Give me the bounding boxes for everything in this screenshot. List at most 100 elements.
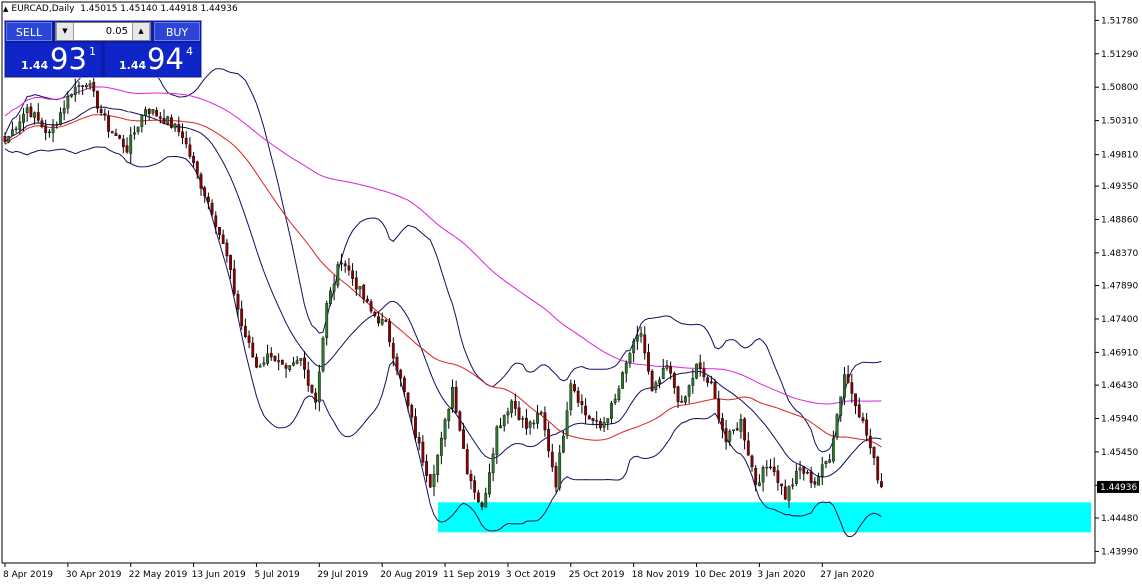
candle-body xyxy=(410,405,414,418)
candle-body xyxy=(417,437,421,444)
candle-body xyxy=(151,109,155,114)
candle xyxy=(7,135,11,144)
lot-size-field[interactable]: ▼ 0.05 ▲ xyxy=(55,22,151,41)
candle-body xyxy=(107,115,110,132)
candle-body xyxy=(843,374,846,398)
candle-body xyxy=(288,365,292,370)
plot-area xyxy=(1,1,1096,564)
candle-body xyxy=(303,357,306,370)
candle-body xyxy=(469,474,473,481)
candle-body xyxy=(854,393,857,407)
candle-body xyxy=(7,135,11,143)
candle-body xyxy=(96,90,99,109)
candle-body xyxy=(236,293,240,310)
candle-body xyxy=(465,449,469,474)
candle-body xyxy=(661,367,665,379)
lot-decrease-icon[interactable]: ▼ xyxy=(56,23,74,40)
candle-body xyxy=(388,321,391,343)
candle-body xyxy=(232,268,236,294)
sell-button[interactable]: SELL xyxy=(6,22,52,41)
candle-body xyxy=(425,461,428,476)
candle xyxy=(695,363,698,380)
candle-body xyxy=(628,353,632,364)
buy-button[interactable]: BUY xyxy=(154,22,200,41)
candle-body xyxy=(84,85,88,88)
candle-body xyxy=(218,227,221,235)
candle-body xyxy=(299,358,303,361)
lot-increase-icon[interactable]: ▲ xyxy=(132,23,150,40)
symbol-bar: ▲ EURCAD,Daily 1.45015 1.45140 1.44918 1.… xyxy=(3,3,238,15)
price-tick-label: 1.44480 xyxy=(1101,514,1138,524)
candle-body xyxy=(269,353,273,358)
time-tick-label: 30 Apr 2019 xyxy=(66,570,122,580)
candle-body xyxy=(783,486,787,500)
candle-body xyxy=(62,108,66,114)
candle-body xyxy=(480,502,484,507)
candle-body xyxy=(99,109,103,114)
candle-body xyxy=(610,403,613,419)
candle-body xyxy=(314,392,318,403)
candle-body xyxy=(817,476,820,486)
time-tick-label: 3 Jan 2020 xyxy=(757,570,805,580)
candle-body xyxy=(495,426,499,455)
candle-body xyxy=(861,417,865,422)
candle-body xyxy=(340,262,343,265)
chart-window[interactable]: 1.51780 1.51290 1.50800 1.50310 1.49810 1.493… xyxy=(0,0,1142,584)
candle-body xyxy=(462,429,465,449)
collapse-triangle-icon[interactable]: ▲ xyxy=(3,5,8,13)
candle-body xyxy=(580,401,584,405)
candle-body xyxy=(443,419,447,440)
candle-body xyxy=(121,138,125,148)
candle-body xyxy=(447,408,451,421)
candle-body xyxy=(181,131,184,139)
candle-body xyxy=(362,284,366,300)
bid-price-button[interactable]: 1.44 93 1 xyxy=(6,42,101,76)
candle-body xyxy=(347,265,351,271)
candle-body xyxy=(732,429,735,431)
candle-body xyxy=(262,362,266,365)
candle-body xyxy=(177,124,181,133)
candle-body xyxy=(724,428,728,443)
candle-body xyxy=(3,136,7,142)
candle-body xyxy=(750,455,754,468)
price-chart[interactable]: 1.51780 1.51290 1.50800 1.50310 1.49810 1.493… xyxy=(0,0,1142,584)
candle-body xyxy=(831,438,835,462)
ask-price-pips: 94 xyxy=(147,42,184,76)
candle-body xyxy=(129,134,133,154)
candle-body xyxy=(277,360,281,363)
candle-body xyxy=(144,109,147,116)
candle-body xyxy=(428,474,432,488)
candle-body xyxy=(669,365,673,374)
candle-body xyxy=(672,373,676,388)
candle-body xyxy=(798,467,802,471)
candle-body xyxy=(687,385,691,397)
candle-body xyxy=(406,392,410,407)
candle-body xyxy=(772,466,776,473)
candle-body xyxy=(55,124,59,126)
ask-price-button[interactable]: 1.44 94 4 xyxy=(105,42,200,76)
price-tick-label: 1.51290 xyxy=(1101,50,1138,60)
candle-body xyxy=(343,263,347,267)
candle-body xyxy=(698,362,702,369)
candle-body xyxy=(713,382,717,399)
candle-body xyxy=(761,467,765,483)
candle-body xyxy=(47,131,51,134)
candle-body xyxy=(591,418,595,421)
candle-body xyxy=(824,461,828,465)
candle-body xyxy=(488,472,491,495)
candle-body xyxy=(510,400,514,413)
time-tick-label: 29 Jul 2019 xyxy=(317,570,368,580)
price-tick-label: 1.51780 xyxy=(1101,16,1138,26)
lot-size-value[interactable]: 0.05 xyxy=(106,23,128,40)
candle-body xyxy=(473,480,477,493)
candle xyxy=(166,115,170,126)
candle-body xyxy=(240,308,244,327)
candle-body xyxy=(295,360,299,364)
time-axis: 8 Apr 2019 30 Apr 2019 22 May 2019 13 Jun 2… xyxy=(3,563,874,580)
candle-body xyxy=(66,95,70,109)
candle-body xyxy=(828,459,832,463)
price-tick-label: 1.50310 xyxy=(1101,117,1138,127)
candle-body xyxy=(691,377,695,386)
time-tick-label: 5 Jul 2019 xyxy=(254,570,299,580)
candle-body xyxy=(366,298,369,302)
